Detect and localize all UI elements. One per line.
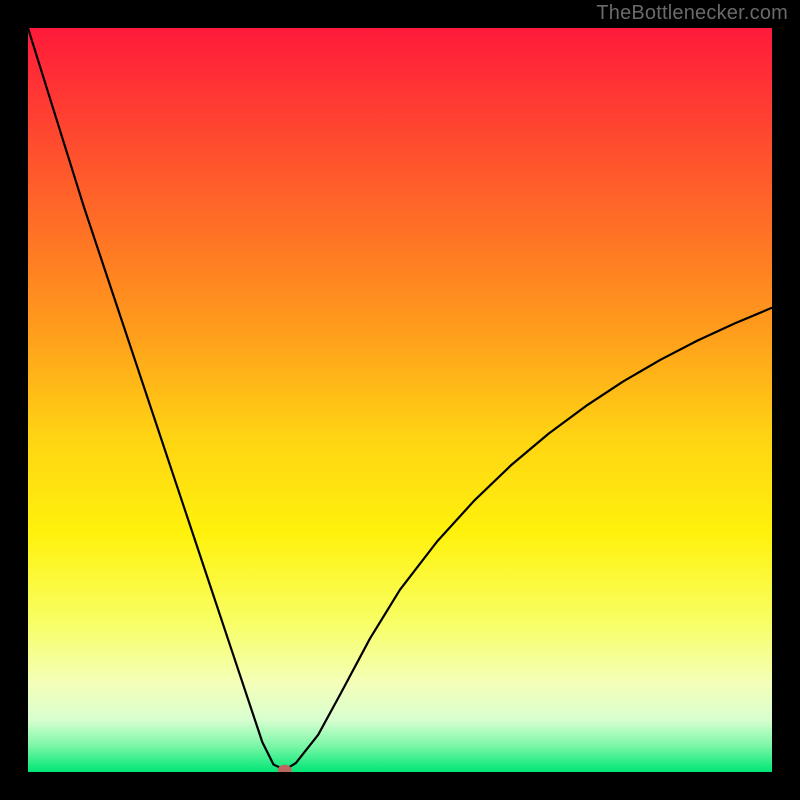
plot-area: [28, 28, 772, 772]
watermark-label: TheBottlenecker.com: [596, 2, 788, 25]
chart-frame: TheBottlenecker.com: [0, 0, 800, 800]
chart-svg: [28, 28, 772, 772]
chart-background: [28, 28, 772, 772]
